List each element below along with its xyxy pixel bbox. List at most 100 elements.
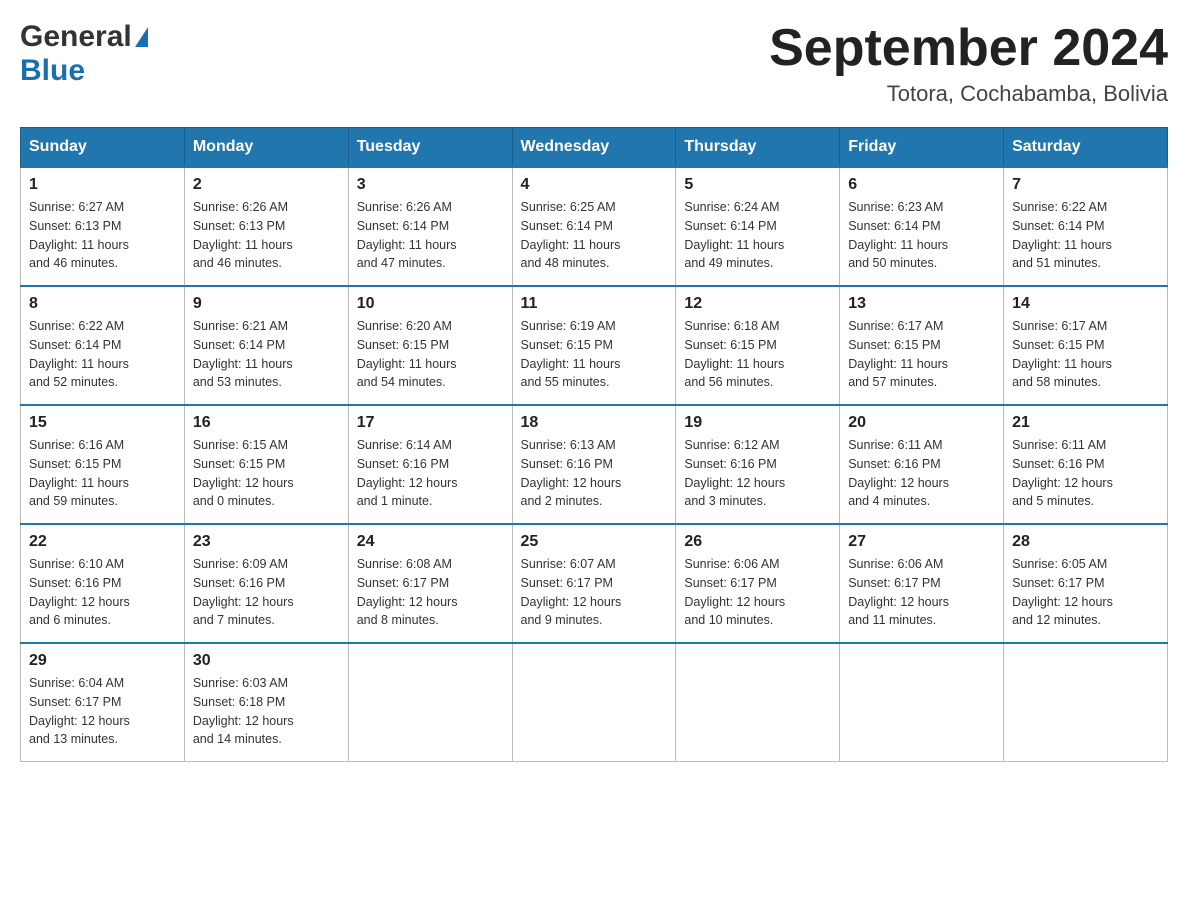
weekday-header-sunday: Sunday [21,128,185,168]
day-number: 4 [521,176,668,194]
day-number: 11 [521,295,668,313]
day-number: 16 [193,414,340,432]
logo-general-text: General [20,20,132,54]
day-info: Sunrise: 6:10 AMSunset: 6:16 PMDaylight:… [29,555,176,630]
day-info: Sunrise: 6:09 AMSunset: 6:16 PMDaylight:… [193,555,340,630]
calendar-table: SundayMondayTuesdayWednesdayThursdayFrid… [20,127,1168,762]
day-info: Sunrise: 6:16 AMSunset: 6:15 PMDaylight:… [29,436,176,511]
calendar-day-5: 5Sunrise: 6:24 AMSunset: 6:14 PMDaylight… [676,167,840,286]
weekday-header-saturday: Saturday [1004,128,1168,168]
calendar-day-8: 8 Sunrise: 6:22 AMSunset: 6:14 PMDaylight… [21,286,185,405]
day-number: 15 [29,414,176,432]
calendar-day-4: 4 Sunrise: 6:25 AMSunset: 6:14 PMDaylight… [512,167,676,286]
calendar-day-9: 9Sunrise: 6:21 AMSunset: 6:14 PMDaylight… [184,286,348,405]
weekday-header-wednesday: Wednesday [512,128,676,168]
day-info: Sunrise: 6:08 AMSunset: 6:17 PMDaylight:… [357,555,504,630]
day-number: 3 [357,176,504,194]
day-info: Sunrise: 6:05 AMSunset: 6:17 PMDaylight:… [1012,555,1159,630]
calendar-day-2: 2Sunrise: 6:26 AMSunset: 6:13 PMDaylight… [184,167,348,286]
day-info: Sunrise: 6:22 AMSunset: 6:14 PMDaylight:… [29,317,176,392]
calendar-day-26: 26 Sunrise: 6:06 AMSunset: 6:17 PMDayligh… [676,524,840,643]
calendar-day-3: 3 Sunrise: 6:26 AMSunset: 6:14 PMDaylight… [348,167,512,286]
day-info: Sunrise: 6:17 AMSunset: 6:15 PMDaylight:… [848,317,995,392]
calendar-day-24: 24 Sunrise: 6:08 AMSunset: 6:17 PMDayligh… [348,524,512,643]
day-info: Sunrise: 6:03 AMSunset: 6:18 PMDaylight:… [193,674,340,749]
calendar-week-5: 29Sunrise: 6:04 AMSunset: 6:17 PMDayligh… [21,643,1168,762]
calendar-day-29: 29Sunrise: 6:04 AMSunset: 6:17 PMDayligh… [21,643,185,762]
weekday-header-tuesday: Tuesday [348,128,512,168]
location-subtitle: Totora, Cochabamba, Bolivia [769,81,1168,107]
calendar-day-empty [348,643,512,762]
calendar-day-28: 28 Sunrise: 6:05 AMSunset: 6:17 PMDayligh… [1004,524,1168,643]
calendar-week-3: 15 Sunrise: 6:16 AMSunset: 6:15 PMDayligh… [21,405,1168,524]
day-info: Sunrise: 6:15 AMSunset: 6:15 PMDaylight:… [193,436,340,511]
day-info: Sunrise: 6:20 AMSunset: 6:15 PMDaylight:… [357,317,504,392]
day-number: 14 [1012,295,1159,313]
day-info: Sunrise: 6:19 AMSunset: 6:15 PMDaylight:… [521,317,668,392]
day-info: Sunrise: 6:26 AMSunset: 6:13 PMDaylight:… [193,198,340,273]
calendar-day-19: 19Sunrise: 6:12 AMSunset: 6:16 PMDayligh… [676,405,840,524]
day-info: Sunrise: 6:22 AMSunset: 6:14 PMDaylight:… [1012,198,1159,273]
day-number: 13 [848,295,995,313]
day-info: Sunrise: 6:18 AMSunset: 6:15 PMDaylight:… [684,317,831,392]
calendar-day-empty [512,643,676,762]
day-number: 10 [357,295,504,313]
day-info: Sunrise: 6:13 AMSunset: 6:16 PMDaylight:… [521,436,668,511]
day-info: Sunrise: 6:23 AMSunset: 6:14 PMDaylight:… [848,198,995,273]
day-info: Sunrise: 6:04 AMSunset: 6:17 PMDaylight:… [29,674,176,749]
calendar-day-20: 20Sunrise: 6:11 AMSunset: 6:16 PMDayligh… [840,405,1004,524]
logo-triangle-icon [135,27,148,47]
calendar-day-11: 11 Sunrise: 6:19 AMSunset: 6:15 PMDayligh… [512,286,676,405]
day-number: 8 [29,295,176,313]
day-number: 22 [29,533,176,551]
day-info: Sunrise: 6:06 AMSunset: 6:17 PMDaylight:… [848,555,995,630]
calendar-day-12: 12 Sunrise: 6:18 AMSunset: 6:15 PMDayligh… [676,286,840,405]
day-number: 17 [357,414,504,432]
calendar-day-30: 30 Sunrise: 6:03 AMSunset: 6:18 PMDayligh… [184,643,348,762]
calendar-day-7: 7 Sunrise: 6:22 AMSunset: 6:14 PMDaylight… [1004,167,1168,286]
day-info: Sunrise: 6:27 AMSunset: 6:13 PMDaylight:… [29,198,176,273]
month-year-title: September 2024 [769,20,1168,77]
day-number: 18 [521,414,668,432]
day-number: 7 [1012,176,1159,194]
calendar-day-27: 27 Sunrise: 6:06 AMSunset: 6:17 PMDayligh… [840,524,1004,643]
calendar-day-25: 25 Sunrise: 6:07 AMSunset: 6:17 PMDayligh… [512,524,676,643]
calendar-day-18: 18 Sunrise: 6:13 AMSunset: 6:16 PMDayligh… [512,405,676,524]
weekday-header-friday: Friday [840,128,1004,168]
calendar-day-10: 10 Sunrise: 6:20 AMSunset: 6:15 PMDayligh… [348,286,512,405]
day-number: 30 [193,652,340,670]
day-info: Sunrise: 6:25 AMSunset: 6:14 PMDaylight:… [521,198,668,273]
day-info: Sunrise: 6:07 AMSunset: 6:17 PMDaylight:… [521,555,668,630]
logo: General Blue [20,20,148,88]
calendar-day-13: 13 Sunrise: 6:17 AMSunset: 6:15 PMDayligh… [840,286,1004,405]
day-number: 12 [684,295,831,313]
calendar-day-14: 14Sunrise: 6:17 AMSunset: 6:15 PMDayligh… [1004,286,1168,405]
day-info: Sunrise: 6:24 AMSunset: 6:14 PMDaylight:… [684,198,831,273]
day-info: Sunrise: 6:14 AMSunset: 6:16 PMDaylight:… [357,436,504,511]
calendar-day-16: 16 Sunrise: 6:15 AMSunset: 6:15 PMDayligh… [184,405,348,524]
weekday-header-monday: Monday [184,128,348,168]
day-number: 28 [1012,533,1159,551]
day-number: 24 [357,533,504,551]
day-number: 25 [521,533,668,551]
calendar-day-6: 6Sunrise: 6:23 AMSunset: 6:14 PMDaylight… [840,167,1004,286]
calendar-week-2: 8 Sunrise: 6:22 AMSunset: 6:14 PMDaylight… [21,286,1168,405]
title-area: September 2024 Totora, Cochabamba, Boliv… [769,20,1168,107]
logo-blue-text: Blue [20,54,85,87]
day-number: 27 [848,533,995,551]
day-number: 26 [684,533,831,551]
weekday-header-thursday: Thursday [676,128,840,168]
day-number: 23 [193,533,340,551]
day-number: 19 [684,414,831,432]
calendar-day-empty [840,643,1004,762]
day-info: Sunrise: 6:06 AMSunset: 6:17 PMDaylight:… [684,555,831,630]
day-number: 1 [29,176,176,194]
day-info: Sunrise: 6:26 AMSunset: 6:14 PMDaylight:… [357,198,504,273]
day-info: Sunrise: 6:11 AMSunset: 6:16 PMDaylight:… [848,436,995,511]
day-number: 9 [193,295,340,313]
page-header: General Blue September 2024 Totora, Coch… [20,20,1168,107]
calendar-header-row: SundayMondayTuesdayWednesdayThursdayFrid… [21,128,1168,168]
calendar-day-15: 15 Sunrise: 6:16 AMSunset: 6:15 PMDayligh… [21,405,185,524]
calendar-day-empty [1004,643,1168,762]
calendar-week-1: 1 Sunrise: 6:27 AMSunset: 6:13 PMDaylight… [21,167,1168,286]
